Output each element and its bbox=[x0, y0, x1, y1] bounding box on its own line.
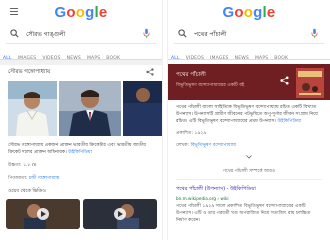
tab-news[interactable]: NEWS bbox=[64, 51, 84, 59]
tab-videos[interactable]: VIDEOS bbox=[39, 51, 63, 59]
search-bar[interactable]: সৌরভ গাঙ্গুলী bbox=[6, 24, 156, 44]
book-cover-image[interactable] bbox=[296, 68, 324, 98]
fact-height: উচ্চতা: ১.৮ m bbox=[0, 156, 162, 169]
knowledge-panel-header: সৌরভ গঙ্গোপাধ্যায় bbox=[0, 65, 162, 79]
tab-books[interactable]: BOOK bbox=[271, 51, 291, 59]
fact-value: ১.৮ m bbox=[23, 163, 37, 168]
tab-maps[interactable]: MAPS bbox=[252, 51, 271, 59]
book-title: পথের পাঁচালী bbox=[176, 72, 206, 78]
author-row: লেখক: বিভূতিভূষণ বন্দ্যোপাধ্যায় bbox=[168, 137, 330, 149]
video-carousel[interactable] bbox=[6, 199, 157, 229]
tab-news[interactable]: NEWS bbox=[232, 51, 252, 59]
photo-cricketer-whites[interactable] bbox=[8, 81, 57, 136]
logo-letter: e bbox=[98, 4, 108, 21]
expand-row[interactable] bbox=[168, 149, 330, 161]
more-about-link[interactable]: পথের পাঁচালী সম্পর্কে আরও bbox=[168, 161, 330, 175]
search-icon[interactable] bbox=[178, 29, 187, 38]
left-search-screen: Google সৌরভ গাঙ্গুলী ALL IMAGES VIDEOS NEWS… bbox=[0, 0, 163, 240]
share-icon[interactable] bbox=[146, 68, 154, 76]
tab-books[interactable]: BOOK bbox=[103, 51, 123, 59]
book-banner: পথের পাঁচালী বিভূতিভূষণ বন্দ্যোপাধ্যায়ে… bbox=[168, 64, 330, 100]
logo-letter: o bbox=[243, 4, 254, 21]
video-thumbnail[interactable] bbox=[83, 199, 157, 229]
author-label: লেখক: bbox=[176, 143, 190, 148]
book-subtitle: বিভূতিভূষণ বন্দ্যোপাধ্যায়ের একটি বই bbox=[176, 83, 245, 88]
videos-section-title: ওয়েব থেকে ভিডিও bbox=[8, 189, 46, 194]
image-carousel[interactable] bbox=[0, 81, 162, 138]
top-bar: Google bbox=[168, 0, 330, 24]
search-result-url[interactable]: bn.m.wikipedia.org › wiki bbox=[168, 194, 330, 201]
author-link[interactable]: বিভূতিভূষণ বন্দ্যোপাধ্যায় bbox=[191, 143, 236, 148]
wikipedia-link[interactable]: উইকিপিডিয়া bbox=[68, 150, 92, 155]
video-thumbnail[interactable] bbox=[6, 199, 80, 229]
share-icon[interactable] bbox=[280, 76, 289, 85]
tab-videos[interactable]: VIDEOS bbox=[183, 51, 207, 59]
search-input[interactable]: পথের পাঁচালী bbox=[194, 29, 227, 40]
google-logo[interactable]: Google bbox=[0, 4, 162, 21]
logo-letter: G bbox=[222, 4, 235, 21]
logo-letter: G bbox=[54, 4, 67, 21]
search-tabs: ALL VIDEOS IMAGES NEWS MAPS BOOK bbox=[168, 44, 330, 60]
knowledge-panel-title: সৌরভ গঙ্গোপাধ্যায় bbox=[8, 69, 51, 75]
search-icon[interactable] bbox=[10, 29, 19, 38]
right-search-screen: Google পথের পাঁচালী ALL VIDEOS IMAGES NEWS M… bbox=[167, 0, 330, 240]
search-input[interactable]: সৌরভ গাঙ্গুলী bbox=[26, 29, 65, 40]
tab-maps[interactable]: MAPS bbox=[84, 51, 103, 59]
published-row: প্রকাশিত: ১৯২৯ bbox=[176, 131, 207, 136]
search-result-title[interactable]: পথের পাঁচালী (উপন্যাস) - উইকিপিডিয়া bbox=[168, 180, 330, 194]
logo-letter: o bbox=[66, 4, 76, 21]
logo-letter: e bbox=[266, 4, 276, 21]
chevron-down-icon[interactable] bbox=[246, 155, 252, 159]
tab-images[interactable]: IMAGES bbox=[207, 51, 232, 59]
search-bar[interactable]: পথের পাঁচালী bbox=[174, 24, 324, 44]
logo-letter: o bbox=[75, 4, 86, 21]
tab-all[interactable]: ALL bbox=[0, 51, 15, 59]
google-logo[interactable]: Google bbox=[168, 4, 330, 21]
microphone-icon[interactable] bbox=[311, 28, 318, 39]
fact-label: উচ্চতা: bbox=[8, 163, 22, 168]
microphone-icon[interactable] bbox=[143, 28, 150, 39]
book-description: পথের পাঁচালী বাংলা সাহিত্যিক বিভূতিভূষণ … bbox=[168, 100, 330, 125]
logo-letter: g bbox=[253, 4, 263, 21]
search-result-snippet: পথের পাঁচালী ১৯২৯ সালে প্রকাশিত বিভূতিভূ… bbox=[176, 203, 311, 223]
logo-letter: o bbox=[234, 4, 244, 21]
tab-all[interactable]: ALL bbox=[168, 51, 183, 59]
top-bar: Google bbox=[0, 0, 162, 24]
fact-value-link[interactable]: চন্ডী গঙ্গোপাধ্যায় bbox=[29, 176, 60, 181]
wikipedia-link[interactable]: উইকিপিডিয়া bbox=[278, 119, 302, 124]
fact-parents: পিতামাতা: চন্ডী গঙ্গোপাধ্যায় bbox=[0, 169, 162, 182]
fact-label: পিতামাতা: bbox=[8, 176, 28, 181]
photo-partial[interactable] bbox=[123, 81, 162, 136]
tab-images[interactable]: IMAGES bbox=[15, 51, 40, 59]
logo-letter: g bbox=[85, 4, 95, 21]
knowledge-panel-description: সৌরভ গঙ্গোপাধ্যায় একজন প্রাক্তন ভারতীয়… bbox=[0, 138, 162, 156]
search-tabs: ALL IMAGES VIDEOS NEWS MAPS BOOK bbox=[0, 44, 162, 60]
photo-in-suit[interactable] bbox=[59, 81, 121, 136]
